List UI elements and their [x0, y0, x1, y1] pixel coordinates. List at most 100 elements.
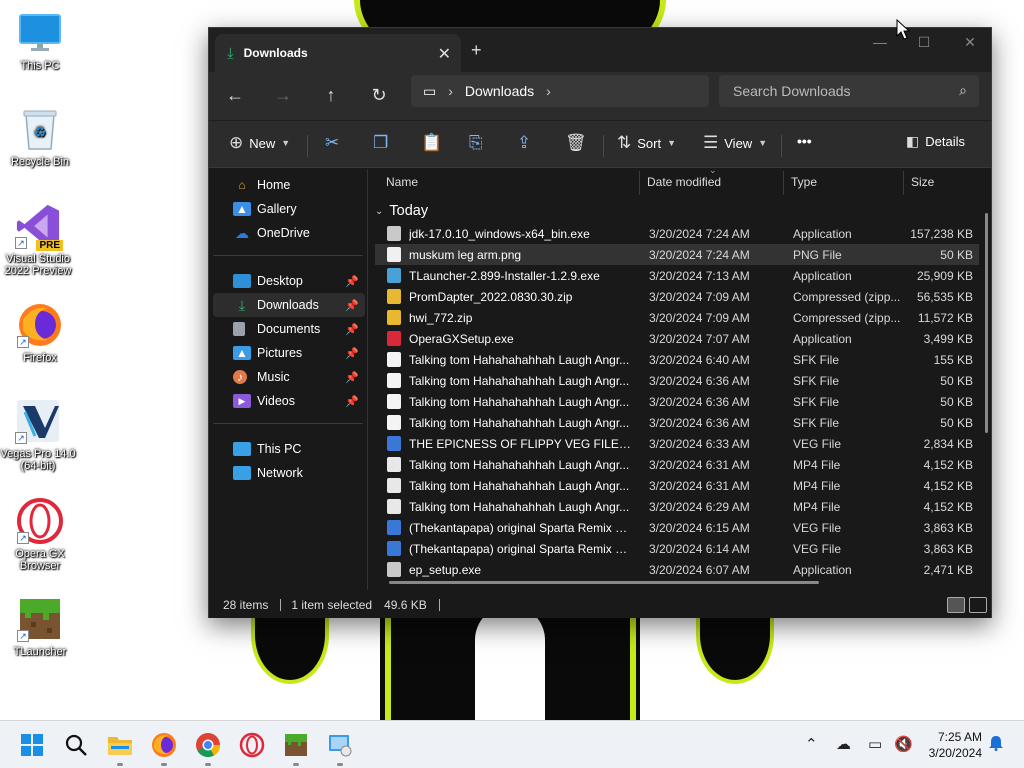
- sidebar-item-music[interactable]: ♪ Music 📌: [213, 365, 365, 389]
- column-header-size[interactable]: Size: [911, 169, 934, 195]
- chevron-right-icon[interactable]: ›: [546, 83, 551, 99]
- taskbar-opera-gx[interactable]: [238, 731, 266, 759]
- desktop-icon-this-pc[interactable]: This PC: [2, 10, 78, 72]
- file-row[interactable]: hwi_772.zip 3/20/2024 7:09 AM Compressed (…: [375, 307, 979, 328]
- file-row[interactable]: Talking tom Hahahahahhah Laugh Angr... 3/…: [375, 454, 979, 475]
- recycle-bin-icon: ♻: [17, 106, 63, 152]
- pin-icon[interactable]: 📌: [345, 275, 359, 288]
- taskbar-firefox[interactable]: [150, 731, 178, 766]
- toolbar-divider: [307, 135, 308, 157]
- pin-icon[interactable]: 📌: [345, 395, 359, 408]
- pin-icon[interactable]: 📌: [345, 347, 359, 360]
- details-pane-button[interactable]: ◧ Details: [906, 133, 965, 150]
- file-row[interactable]: ep_setup.exe 3/20/2024 6:07 AM Application…: [375, 559, 979, 580]
- desktop-icon-recycle-bin[interactable]: ♻ Recycle Bin: [2, 106, 78, 168]
- address-bar[interactable]: ▭ › Downloads ›: [411, 75, 709, 107]
- file-row[interactable]: OperaGXSetup.exe 3/20/2024 7:07 AM Applica…: [375, 328, 979, 349]
- file-row[interactable]: TLauncher-2.899-Installer-1.2.9.exe 3/20/…: [375, 265, 979, 286]
- file-row[interactable]: THE EPICNESS OF FLIPPY VEG FILE.veg 3/20/…: [375, 433, 979, 454]
- sidebar-item-videos[interactable]: ▶ Videos 📌: [213, 389, 365, 413]
- desktop-icon-visual-studio[interactable]: PRE ↗ Visual Studio 2022 Preview: [0, 203, 76, 277]
- rename-button[interactable]: ⎘: [469, 133, 489, 153]
- column-header-type[interactable]: Type: [791, 169, 817, 195]
- file-row[interactable]: (Thekantapapa) original Sparta Remix Ve.…: [375, 538, 979, 559]
- new-button[interactable]: ⊕ New ▼: [229, 133, 290, 153]
- notification-bell-icon[interactable]: [989, 735, 1003, 755]
- desktop-icon-tlauncher[interactable]: ↗ TLauncher: [2, 596, 78, 658]
- back-arrow-icon[interactable]: ←: [223, 85, 247, 106]
- pin-icon[interactable]: 📌: [345, 299, 359, 312]
- start-button[interactable]: [18, 731, 46, 759]
- share-button[interactable]: ⇪: [517, 133, 537, 153]
- desktop-icon-label: This PC: [20, 60, 60, 72]
- file-row[interactable]: Talking tom Hahahahahhah Laugh Angr... 3/…: [375, 391, 979, 412]
- horizontal-scrollbar[interactable]: [389, 581, 819, 584]
- file-row[interactable]: (Thekantapapa) original Sparta Remix Ve.…: [375, 517, 979, 538]
- file-row[interactable]: jdk-17.0.10_windows-x64_bin.exe 3/20/2024…: [375, 223, 979, 244]
- paste-button[interactable]: 📋: [421, 133, 448, 153]
- display-icon[interactable]: ▭: [868, 735, 882, 753]
- up-arrow-icon[interactable]: ↑: [319, 85, 343, 106]
- tab-close-icon[interactable]: ✕: [438, 44, 451, 64]
- shortcut-arrow-icon: ↗: [17, 336, 29, 348]
- refresh-icon[interactable]: ↻: [367, 85, 391, 106]
- delete-button[interactable]: 🗑: [565, 133, 593, 153]
- desktop-icon-firefox[interactable]: ↗ Firefox: [2, 302, 78, 364]
- sidebar-item-home[interactable]: ⌂ Home: [213, 173, 365, 197]
- wallpaper-outline-right: [630, 605, 636, 720]
- desktop-icon-opera-gx[interactable]: ↗ Opera GX Browser: [2, 498, 78, 572]
- vertical-scrollbar[interactable]: [985, 213, 988, 433]
- search-input[interactable]: Search Downloads ⌕: [719, 75, 979, 107]
- sidebar-item-this-pc[interactable]: This PC: [213, 437, 365, 461]
- file-list[interactable]: Name Date modified Type Size ⌄ ⌄ Today j…: [369, 169, 991, 590]
- details-view-button[interactable]: [947, 597, 965, 613]
- forward-arrow-icon[interactable]: →: [271, 85, 295, 106]
- file-row[interactable]: Talking tom Hahahahahhah Laugh Angr... 3/…: [375, 475, 979, 496]
- sort-button[interactable]: ⇅ Sort ▼: [617, 133, 676, 153]
- column-divider[interactable]: [639, 171, 640, 195]
- sidebar-item-gallery[interactable]: ▲ Gallery: [213, 197, 365, 221]
- onedrive-offline-icon[interactable]: ☁: [836, 735, 851, 753]
- taskbar-file-explorer[interactable]: [106, 731, 134, 766]
- column-header-name[interactable]: Name: [386, 169, 418, 195]
- chevron-up-icon[interactable]: ⌃: [805, 735, 818, 753]
- search-button[interactable]: [62, 731, 90, 759]
- file-row[interactable]: Talking tom Hahahahahhah Laugh Angr... 3/…: [375, 349, 979, 370]
- view-button[interactable]: ☰ View ▼: [703, 133, 767, 153]
- document-icon: [233, 322, 245, 336]
- system-clock[interactable]: 7:25 AM 3/20/2024: [912, 729, 982, 761]
- close-button[interactable]: ✕: [947, 34, 993, 51]
- group-header-today[interactable]: ⌄ Today: [375, 203, 428, 219]
- file-row[interactable]: Talking tom Hahahahahhah Laugh Angr... 3/…: [375, 370, 979, 391]
- chevron-down-icon: ⌄: [375, 205, 384, 217]
- title-bar[interactable]: ⤓ Downloads ✕ + — ☐ ✕: [209, 28, 991, 72]
- sidebar-item-label: Videos: [257, 394, 295, 408]
- pin-icon[interactable]: 📌: [345, 371, 359, 384]
- tiles-view-button[interactable]: [969, 597, 987, 613]
- file-row[interactable]: muskum leg arm.png 3/20/2024 7:24 AM PNG F…: [375, 244, 979, 265]
- column-divider[interactable]: [903, 171, 904, 195]
- more-options-button[interactable]: •••: [797, 133, 812, 149]
- taskbar-app-installer[interactable]: [326, 731, 354, 766]
- copy-button[interactable]: ❐: [373, 133, 394, 153]
- sidebar-item-documents[interactable]: Documents 📌: [213, 317, 365, 341]
- column-divider[interactable]: [783, 171, 784, 195]
- file-row[interactable]: Talking tom Hahahahahhah Laugh Angr... 3/…: [375, 412, 979, 433]
- file-explorer-window[interactable]: ⤓ Downloads ✕ + — ☐ ✕ ← → ↑ ↻ ▭ › Downlo…: [208, 27, 992, 618]
- pin-icon[interactable]: 📌: [345, 323, 359, 336]
- cut-button[interactable]: ✂: [325, 133, 345, 153]
- taskbar-chrome[interactable]: [194, 731, 222, 766]
- volume-muted-icon[interactable]: 🔇: [894, 735, 913, 753]
- file-row[interactable]: PromDapter_2022.0830.30.zip 3/20/2024 7:0…: [375, 286, 979, 307]
- sidebar-item-pictures[interactable]: ▲ Pictures 📌: [213, 341, 365, 365]
- sidebar-item-onedrive[interactable]: ☁ OneDrive: [213, 221, 365, 245]
- tab-downloads[interactable]: ⤓ Downloads ✕: [215, 34, 461, 72]
- desktop-icon-vegas-pro[interactable]: ↗ Vegas Pro 14.0 (64-bit): [0, 398, 76, 472]
- new-tab-button[interactable]: +: [471, 40, 482, 61]
- file-row[interactable]: Talking tom Hahahahahhah Laugh Angr... 3/…: [375, 496, 979, 517]
- sidebar-item-downloads[interactable]: ⤓ Downloads 📌: [213, 293, 365, 317]
- sidebar-item-network[interactable]: Network: [213, 461, 365, 485]
- taskbar-tlauncher[interactable]: [282, 731, 310, 766]
- breadcrumb-downloads[interactable]: Downloads: [465, 83, 534, 99]
- sidebar-item-desktop[interactable]: Desktop 📌: [213, 269, 365, 293]
